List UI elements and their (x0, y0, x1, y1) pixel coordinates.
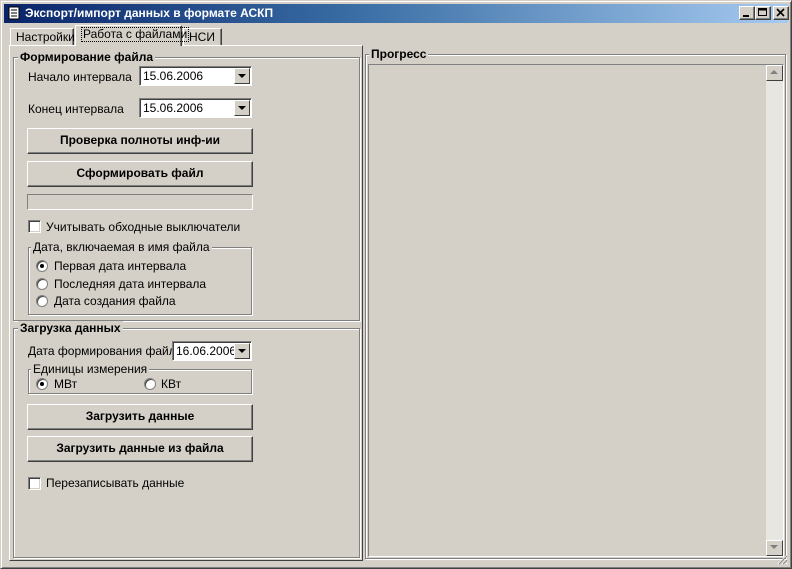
forming-date-picker[interactable]: 16.06.2006 (172, 341, 252, 361)
interval-start-value: 15.06.2006 (143, 69, 204, 83)
tab-settings[interactable]: Настройки (10, 28, 75, 46)
forming-progress-bar (27, 194, 253, 210)
progress-title: Прогресс (369, 47, 429, 61)
window-title: Экспорт/импорт данных в формате АСКП (25, 6, 274, 20)
radio-selected-dot (40, 382, 44, 386)
kw-radio[interactable] (144, 378, 156, 390)
interval-start-date-picker[interactable]: 15.06.2006 (139, 66, 252, 86)
bypass-switches-label: Учитывать обходные выключатели (46, 220, 241, 234)
chevron-down-icon (238, 74, 246, 78)
maximize-button[interactable] (755, 6, 771, 20)
mw-radio[interactable] (36, 378, 48, 390)
scroll-up-button[interactable] (766, 65, 783, 81)
minimize-button[interactable] (739, 6, 755, 20)
creation-date-label: Дата создания файла (54, 294, 176, 308)
interval-end-date-picker[interactable]: 15.06.2006 (139, 98, 252, 118)
units-title: Единицы измерения (31, 362, 150, 376)
forming-date-value: 16.06.2006 (176, 344, 237, 358)
minimize-icon (743, 15, 749, 17)
filename-date-title: Дата, включаемая в имя файла (31, 240, 212, 254)
data-load-title: Загрузка данных (18, 321, 123, 335)
radio-selected-dot (40, 264, 44, 268)
overwrite-data-label: Перезаписывать данные (46, 476, 185, 490)
last-date-radio[interactable] (36, 278, 48, 290)
interval-end-label: Конец интервала (28, 102, 124, 116)
data-load-group: Загрузка данных Дата формирования файла … (13, 321, 360, 558)
close-button[interactable] (773, 6, 789, 20)
interval-end-dropdown-button[interactable] (234, 100, 250, 116)
main-window: Экспорт/импорт данных в формате АСКП Нас… (0, 0, 792, 569)
form-file-button[interactable]: Сформировать файл (27, 161, 253, 187)
mw-label: МВт (54, 377, 78, 391)
forming-date-dropdown-button[interactable] (234, 343, 250, 359)
resize-grip-icon[interactable] (776, 553, 788, 565)
last-date-label: Последняя дата интервала (54, 277, 207, 291)
progress-log[interactable] (368, 64, 784, 557)
chevron-down-icon (238, 106, 246, 110)
file-forming-group: Формирование файла Начало интервала 15.0… (13, 50, 360, 321)
creation-date-radio[interactable] (36, 295, 48, 307)
close-icon (776, 8, 785, 17)
maximize-icon (758, 8, 767, 16)
load-data-from-file-button[interactable]: Загрузить данные из файла (27, 436, 253, 462)
filename-date-group: Дата, включаемая в имя файла Первая дата… (28, 240, 252, 315)
overwrite-data-checkbox[interactable] (28, 477, 41, 490)
kw-label: КВт (161, 377, 182, 391)
title-bar[interactable]: Экспорт/импорт данных в формате АСКП (4, 4, 789, 23)
first-date-radio[interactable] (36, 260, 48, 272)
units-group: Единицы измерения МВт КВт (28, 362, 252, 394)
arrow-up-icon (770, 70, 778, 74)
interval-start-label: Начало интервала (28, 70, 132, 84)
load-data-button[interactable]: Загрузить данные (27, 404, 253, 430)
chevron-down-icon (238, 349, 246, 353)
first-date-label: Первая дата интервала (54, 259, 187, 273)
tab-file-operations[interactable]: Работа с файлами (75, 25, 190, 46)
progress-scrollbar[interactable] (766, 65, 783, 556)
check-completeness-button[interactable]: Проверка полноты инф-ии (27, 128, 253, 154)
arrow-down-icon (770, 545, 778, 549)
file-forming-title: Формирование файла (18, 50, 156, 64)
bypass-switches-checkbox[interactable] (28, 220, 41, 233)
interval-end-value: 15.06.2006 (143, 101, 204, 115)
forming-date-label: Дата формирования файла (28, 344, 183, 358)
interval-start-dropdown-button[interactable] (234, 68, 250, 84)
tab-file-operations-label: Работа с файлами (81, 27, 190, 42)
app-icon (8, 6, 20, 20)
